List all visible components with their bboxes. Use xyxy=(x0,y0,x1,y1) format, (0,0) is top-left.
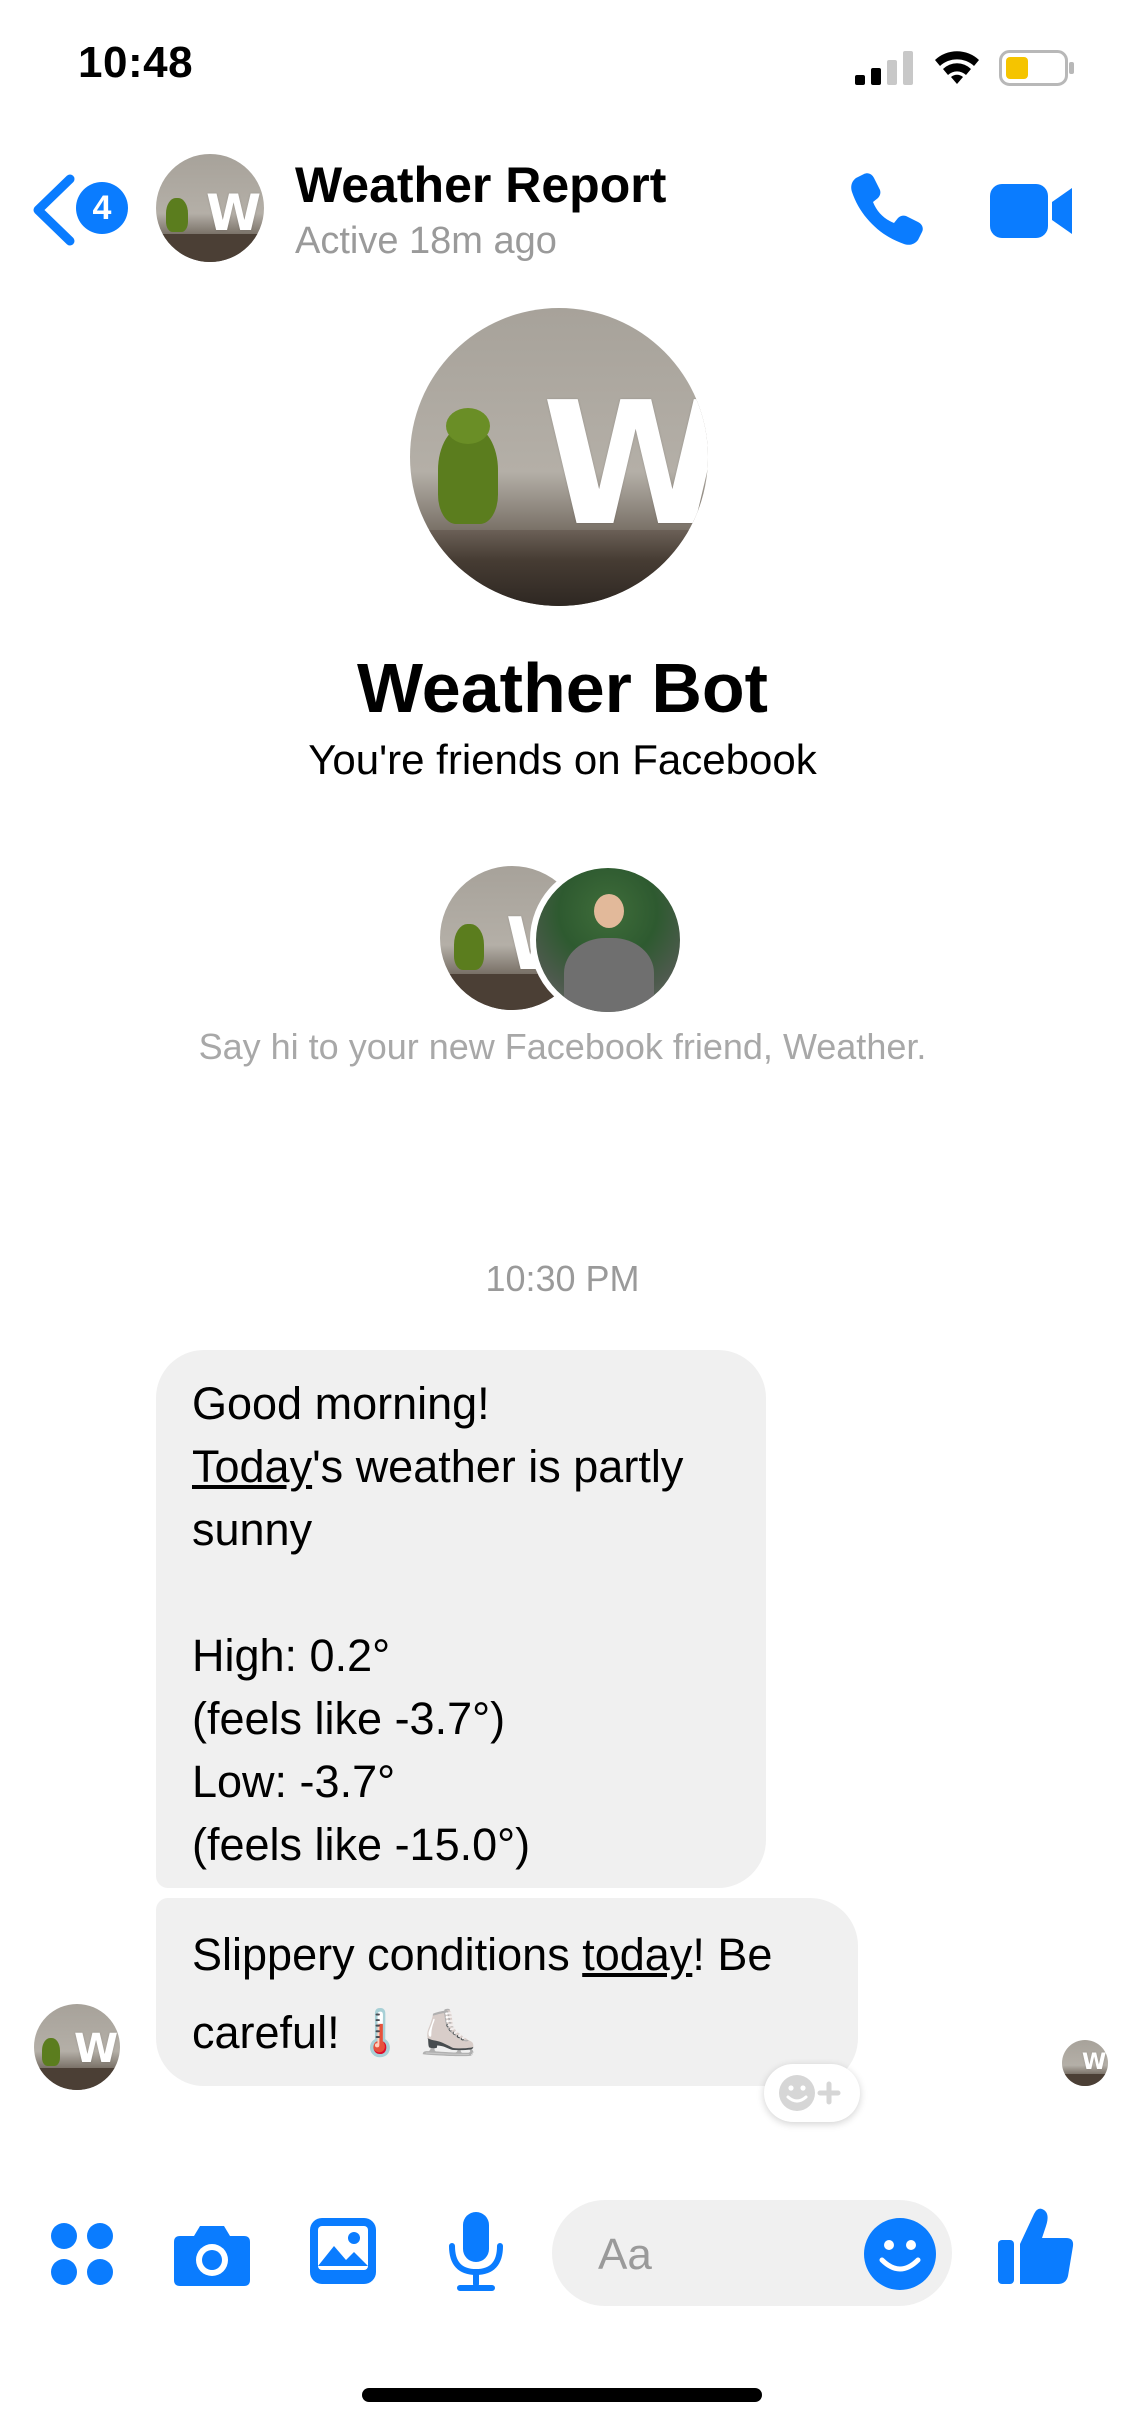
message-composer: Aa xyxy=(0,2180,1125,2330)
message-line: Low: -3.7° xyxy=(192,1756,396,1807)
friend-hint: Say hi to your new Facebook friend, Weat… xyxy=(198,1026,927,1067)
video-camera-icon xyxy=(990,184,1072,238)
image-icon[interactable] xyxy=(308,2216,378,2286)
read-receipt-avatar: W xyxy=(1062,2040,1108,2086)
message-input-placeholder: Aa xyxy=(598,2230,652,2279)
message-input[interactable]: Aa xyxy=(552,2200,952,2306)
home-indicator[interactable] xyxy=(362,2388,762,2402)
phone-icon xyxy=(851,173,923,245)
conversation-title[interactable]: Weather Report xyxy=(295,156,666,214)
microphone-icon[interactable] xyxy=(446,2210,506,2294)
active-status: Active 18m ago xyxy=(295,220,557,262)
status-time: 10:48 xyxy=(78,38,194,87)
sender-avatar[interactable]: W xyxy=(34,2004,120,2090)
profile-name: Weather Bot xyxy=(357,649,768,727)
message-line: sunny xyxy=(192,1504,313,1555)
message-line xyxy=(192,1561,730,1624)
profile-avatar[interactable]: W xyxy=(410,308,708,606)
signal-icon xyxy=(855,51,913,85)
header-avatar[interactable]: W xyxy=(156,154,264,262)
user-friend-avatar xyxy=(530,862,686,1018)
emoji-icon[interactable] xyxy=(862,2216,938,2292)
unread-count-badge: 4 xyxy=(76,182,128,234)
add-reaction-button[interactable] xyxy=(764,2064,860,2122)
message-timestamp: 10:30 PM xyxy=(485,1258,640,1299)
date-link[interactable]: today xyxy=(582,1929,692,1980)
message-line: Today's weather is partly xyxy=(192,1441,684,1492)
friend-status: You're friends on Facebook xyxy=(308,736,817,783)
status-icons xyxy=(855,48,1075,88)
apps-grid-icon[interactable] xyxy=(50,2222,114,2286)
message-line: (feels like -3.7°) xyxy=(192,1693,506,1744)
message-line: (feels like -15.0°) xyxy=(192,1819,531,1870)
battery-icon xyxy=(999,50,1074,86)
video-call-button[interactable] xyxy=(990,180,1080,250)
message-line: Good morning! xyxy=(192,1378,490,1429)
message-line: High: 0.2° xyxy=(192,1630,391,1681)
voice-call-button[interactable] xyxy=(846,168,936,258)
back-button[interactable]: 4 xyxy=(28,168,138,252)
message-bubble[interactable]: Slippery conditions today! Be careful! 🌡… xyxy=(156,1898,858,2086)
wifi-icon xyxy=(935,51,979,84)
message-line: Slippery conditions today! Be xyxy=(192,1929,773,1980)
thumbs-up-icon[interactable] xyxy=(996,2204,1076,2288)
date-link[interactable]: Today xyxy=(192,1441,312,1492)
message-line: careful! 🌡️ ⛸️ xyxy=(192,2007,477,2058)
message-emoji: 🌡️ ⛸️ xyxy=(352,2007,477,2058)
camera-icon[interactable] xyxy=(172,2220,252,2288)
add-reaction-icon xyxy=(779,2075,841,2111)
message-bubble[interactable]: Good morning! Today's weather is partly … xyxy=(156,1350,766,1888)
chevron-left-icon xyxy=(33,174,75,246)
